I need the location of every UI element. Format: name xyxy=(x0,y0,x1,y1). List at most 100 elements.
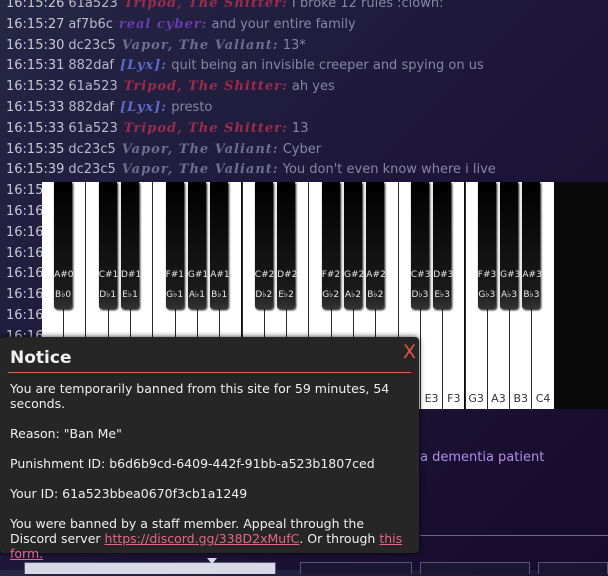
black-key-flat-label: E♭2 xyxy=(278,290,294,300)
black-key-flat-label: B♭1 xyxy=(211,290,228,300)
chat-timestamp: 16:16 xyxy=(6,266,44,282)
piano-black-key[interactable]: D#3 E♭3 xyxy=(433,182,454,309)
chat-line: 16:15:35 dc23c5 Vapor, The Valiant: Cyber xyxy=(0,140,608,161)
black-key-sharp-label: C#1 xyxy=(98,270,119,280)
discord-link[interactable]: https://discord.gg/338D2xMufC xyxy=(105,531,300,546)
piano-black-key[interactable]: F#2 G♭2 xyxy=(321,182,341,309)
chat-message: quit being an invisible creeper and spyi… xyxy=(171,58,484,74)
black-key-flat-label: G♭1 xyxy=(166,290,184,300)
chat-message: ah yes xyxy=(291,79,335,95)
piano-black-key[interactable]: A#3 B♭3 xyxy=(522,182,542,309)
piano-black-key[interactable]: A#1 B♭1 xyxy=(210,182,230,309)
white-key-label: A3 xyxy=(491,392,506,405)
chat-nickname[interactable]: [Lyx]: xyxy=(120,58,167,73)
chat-message: I broke 12 rules :clown: xyxy=(291,0,444,11)
piano-black-key[interactable]: D#1 E♭1 xyxy=(121,182,142,309)
piano-black-key[interactable]: D#2 E♭2 xyxy=(277,182,298,309)
close-icon[interactable]: X xyxy=(403,341,416,363)
chat-message: You don't even know where i live xyxy=(282,162,496,178)
chat-nickname[interactable]: Vapor, The Valiant: xyxy=(122,142,279,157)
chat-user-id: 882daf xyxy=(68,99,114,115)
chat-nickname[interactable]: Tripod, The Shitter: xyxy=(124,121,288,136)
black-key-sharp-label: A#0 xyxy=(54,270,74,280)
chat-timestamp: 16:16 xyxy=(6,203,44,219)
chat-nickname[interactable]: real cyber: xyxy=(119,17,208,32)
black-key-sharp-label: C#2 xyxy=(254,270,275,280)
piano-black-key[interactable]: G#2 A♭2 xyxy=(344,182,364,309)
black-key-sharp-label: G#3 xyxy=(500,270,521,280)
chat-user-id: 61a523 xyxy=(68,79,118,95)
white-key-label: C4 xyxy=(535,392,551,405)
chat-nickname[interactable]: Tripod, The Shitter: xyxy=(124,79,288,94)
chat-timestamp: 16:16 xyxy=(6,224,44,240)
black-key-sharp-label: F#2 xyxy=(321,270,341,280)
black-key-flat-label: E♭1 xyxy=(122,290,138,300)
piano-black-key[interactable]: C#3 D♭3 xyxy=(410,182,430,309)
chat-message: and your entire family xyxy=(211,16,356,32)
black-key-flat-label: A♭3 xyxy=(501,290,518,300)
piano-black-key[interactable]: G#1 A♭1 xyxy=(187,182,209,309)
chat-user-id: 61a523 xyxy=(68,0,118,11)
chat-line: 16:15:33 61a523 Tripod, The Shitter: 13 xyxy=(0,119,608,140)
chat-timestamp: 16:15:27 xyxy=(6,16,65,32)
chat-line: 16:15:30 dc23c5 Vapor, The Valiant: 13* xyxy=(0,36,608,57)
black-key-sharp-label: F#3 xyxy=(477,270,497,280)
white-key-label: F3 xyxy=(447,392,461,405)
chat-timestamp: 16:15:30 xyxy=(6,37,65,53)
chat-timestamp: 16:15:39 xyxy=(6,162,65,178)
black-key-sharp-label: F#1 xyxy=(165,270,185,280)
chat-timestamp: 16:15:33 xyxy=(6,99,65,115)
chat-nickname[interactable]: Tripod, The Shitter: xyxy=(124,0,288,11)
chat-line: 16:15:27 af7b6c real cyber: and your entir… xyxy=(0,15,608,36)
chat-timestamp: 16:15:32 xyxy=(6,79,65,95)
chat-message: 13* xyxy=(282,37,306,53)
appeal-or: . Or through xyxy=(299,531,380,546)
black-key-sharp-label: A#1 xyxy=(210,270,230,280)
chat-timestamp: 16:15:33 xyxy=(6,120,65,136)
toolbar-button[interactable] xyxy=(420,562,530,574)
black-key-flat-label: D♭1 xyxy=(99,290,117,300)
user-id-text: Your ID: 61a523bbea0670f3cb1a1249 xyxy=(10,486,248,501)
white-key-label: G3 xyxy=(468,392,484,405)
black-key-flat-label: D♭2 xyxy=(255,290,273,300)
notice-title: Notice xyxy=(10,348,72,368)
chat-nickname[interactable]: Vapor, The Valiant: xyxy=(122,162,279,177)
chat-timestamp: 16:15:26 xyxy=(6,0,65,11)
notice-body: You are temporarily banned from this sit… xyxy=(10,381,405,576)
chat-user-id: dc23c5 xyxy=(68,37,116,53)
chat-message: Cyber xyxy=(282,141,322,157)
chat-line: 16:15:31 882daf [Lyx]: quit being an invis… xyxy=(0,56,608,77)
piano-black-key[interactable]: G#3 A♭3 xyxy=(500,182,521,309)
chat-timestamp: 16:16 xyxy=(6,287,44,303)
black-key-sharp-label: D#3 xyxy=(433,270,454,280)
chat-timestamp: 16:15 xyxy=(6,183,44,199)
black-key-sharp-label: A#2 xyxy=(366,270,386,280)
chat-timestamp: 16:16 xyxy=(6,245,44,261)
chat-nickname[interactable]: [Lyx]: xyxy=(120,100,167,115)
toolbar-button[interactable] xyxy=(538,562,608,574)
chat-nickname[interactable]: Vapor, The Valiant: xyxy=(122,38,279,53)
piano-black-key[interactable]: A#2 B♭2 xyxy=(366,182,386,309)
punishment-id-text: Punishment ID: b6d6b9cd-6409-442f-91bb-a… xyxy=(10,456,375,471)
chat-line: 16:15:32 61a523 Tripod, The Shitter: ah ye… xyxy=(0,77,608,98)
chat-user-id: 61a523 xyxy=(68,120,118,136)
chat-timestamp: 16:16 xyxy=(6,307,44,323)
black-key-flat-label: E♭3 xyxy=(434,290,451,300)
notice-divider xyxy=(8,372,411,373)
piano-black-key[interactable]: F#1 G♭1 xyxy=(165,182,185,309)
black-key-flat-label: A♭2 xyxy=(344,290,362,300)
black-key-flat-label: A♭1 xyxy=(188,290,205,300)
black-key-flat-label: D♭3 xyxy=(411,290,429,300)
piano-black-key[interactable]: C#1 D♭1 xyxy=(98,182,119,309)
black-key-sharp-label: G#1 xyxy=(187,270,209,280)
black-key-sharp-label: D#2 xyxy=(277,270,298,280)
piano-black-key[interactable]: A#0 B♭0 xyxy=(54,182,74,309)
black-key-flat-label: B♭3 xyxy=(523,290,540,300)
piano-black-key[interactable]: C#2 D♭2 xyxy=(254,182,275,309)
chat-line: 16:15:39 dc23c5 Vapor, The Valiant: You do… xyxy=(0,160,608,181)
black-key-sharp-label: D#1 xyxy=(121,270,142,280)
chat-user-id: af7b6c xyxy=(68,16,113,32)
piano-black-key[interactable]: F#3 G♭3 xyxy=(477,182,497,309)
chat-timestamp: 16:15:31 xyxy=(6,58,65,74)
black-key-flat-label: B♭0 xyxy=(55,290,72,300)
